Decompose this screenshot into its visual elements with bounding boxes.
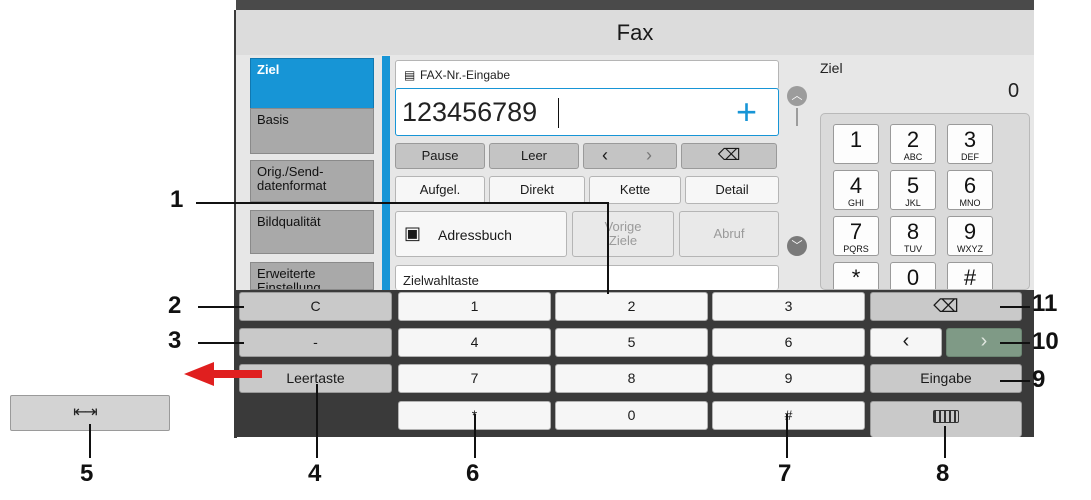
- callout-5-line: [89, 424, 91, 458]
- cursor-nav-group: ‹ ›: [583, 143, 677, 169]
- keypad-key-5[interactable]: 5 JKL: [890, 170, 936, 210]
- kb-key-8[interactable]: 8: [555, 364, 708, 393]
- scroll-down-icon[interactable]: ﹀: [787, 236, 807, 256]
- scroll-up-icon[interactable]: ︿: [787, 86, 807, 106]
- fax-icon: ▤: [404, 68, 416, 82]
- kb-key-7[interactable]: 7: [398, 364, 551, 393]
- callout-3-line: [198, 342, 244, 344]
- fax-number-input[interactable]: 123456789 +: [395, 88, 779, 136]
- kb-key-hash[interactable]: #: [712, 401, 865, 430]
- fax-number-value: 123456789: [402, 97, 538, 127]
- cursor-left-button[interactable]: ‹: [602, 143, 608, 167]
- keypad-key-3[interactable]: 3 DEF: [947, 124, 993, 164]
- previous-destinations-button[interactable]: Vorige Ziele: [572, 211, 674, 257]
- callout-7-line: [786, 414, 788, 458]
- callout-9: 9: [1032, 366, 1046, 393]
- red-arrow-head: [184, 362, 214, 386]
- numeric-keypad: 1 2 ABC 3 DEF 4 GHI 5 JKL 6 MNO 7 PQRS 8 TUV 9W…: [820, 113, 1030, 290]
- space-button[interactable]: Leer: [489, 143, 579, 169]
- kb-key-9[interactable]: 9: [712, 364, 865, 393]
- red-arrow: [212, 370, 262, 378]
- keypad-key-6[interactable]: 6 MNO: [947, 170, 993, 210]
- direct-button[interactable]: Direkt: [489, 176, 585, 204]
- callout-10: 10: [1032, 328, 1059, 355]
- fax-entry-header: ▤ FAX-Nr.-Eingabe: [395, 60, 779, 90]
- callout-11: 11: [1032, 290, 1058, 317]
- keypad-key-hash[interactable]: #: [947, 262, 993, 289]
- addressbook-label: Adressbuch: [438, 227, 512, 243]
- callout-3: 3: [168, 327, 182, 354]
- cursor-right-button[interactable]: ›: [646, 143, 652, 167]
- text-cursor: [558, 98, 559, 128]
- callout-4-line: [316, 384, 318, 458]
- callout-8-line: [944, 426, 946, 458]
- keypad-key-9[interactable]: 9 WXYZ: [947, 216, 993, 256]
- keypad-key-1[interactable]: 1: [833, 124, 879, 164]
- fax-entry-label: FAX-Nr.-Eingabe: [420, 68, 511, 82]
- chain-button[interactable]: Kette: [589, 176, 681, 204]
- callout-5: 5: [80, 460, 94, 487]
- kb-key-6[interactable]: 6: [712, 328, 865, 357]
- tab-icon: ⇤⇥: [73, 404, 98, 421]
- callout-4: 4: [308, 460, 322, 487]
- keypad-key-8[interactable]: 8 TUV: [890, 216, 936, 256]
- window-title: Fax: [236, 10, 1034, 55]
- active-tab-indicator: [382, 56, 390, 290]
- sidebar-item-orig-send[interactable]: Orig./Send- datenformat: [250, 160, 374, 202]
- callout-10-line: [1000, 342, 1030, 344]
- destination-count: 0: [1008, 80, 1020, 102]
- add-destination-button[interactable]: +: [736, 89, 757, 135]
- kb-layout-toggle-key[interactable]: [870, 401, 1022, 437]
- kb-dash-key[interactable]: -: [239, 328, 392, 357]
- callout-1-line: [196, 202, 608, 204]
- destination-label: Ziel: [820, 60, 843, 76]
- callout-2: 2: [168, 292, 182, 319]
- kb-clear-key[interactable]: C: [239, 292, 392, 321]
- callout-7: 7: [778, 460, 792, 487]
- poll-button[interactable]: Abruf: [679, 211, 779, 257]
- kb-key-5[interactable]: 5: [555, 328, 708, 357]
- kb-key-4[interactable]: 4: [398, 328, 551, 357]
- keypad-key-7[interactable]: 7 PQRS: [833, 216, 879, 256]
- callout-6: 6: [466, 460, 480, 487]
- backspace-button[interactable]: ⌫: [681, 143, 777, 169]
- callout-2-line: [198, 306, 244, 308]
- addressbook-button[interactable]: ▣ Adressbuch: [395, 211, 567, 257]
- keypad-key-4[interactable]: 4 GHI: [833, 170, 879, 210]
- callout-1: 1: [170, 186, 184, 213]
- sidebar-item-erweiterte[interactable]: Erweiterte Einstellung: [250, 262, 374, 290]
- kb-key-3[interactable]: 3: [712, 292, 865, 321]
- callout-11-line: [1000, 306, 1030, 308]
- kb-enter-key[interactable]: Eingabe: [870, 364, 1022, 393]
- callout-6-line: [474, 414, 476, 458]
- scrollbar-track[interactable]: [796, 108, 798, 126]
- onhook-button[interactable]: Aufgel.: [395, 176, 485, 204]
- keypad-key-0[interactable]: 0: [890, 262, 936, 289]
- sidebar-item-bildqualitaet[interactable]: Bildqualität: [250, 210, 374, 254]
- kb-key-0[interactable]: 0: [555, 401, 708, 430]
- keypad-key-star[interactable]: *: [833, 262, 879, 289]
- callout-8: 8: [936, 460, 950, 487]
- keypad-key-2[interactable]: 2 ABC: [890, 124, 936, 164]
- pause-button[interactable]: Pause: [395, 143, 485, 169]
- callout-9-line: [1000, 380, 1030, 382]
- callout-1-leader: [607, 202, 609, 294]
- kb-key-2[interactable]: 2: [555, 292, 708, 321]
- addressbook-icon: ▣: [404, 223, 422, 243]
- sidebar-item-basis[interactable]: Basis: [250, 108, 374, 154]
- kb-left-key[interactable]: ‹: [870, 328, 942, 357]
- keyboard-icon: [933, 410, 959, 423]
- speed-dial-key[interactable]: Zielwahltaste: [395, 265, 779, 290]
- kb-key-1[interactable]: 1: [398, 292, 551, 321]
- speed-dial-label: Zielwahltaste: [403, 273, 479, 288]
- detail-button[interactable]: Detail: [685, 176, 779, 204]
